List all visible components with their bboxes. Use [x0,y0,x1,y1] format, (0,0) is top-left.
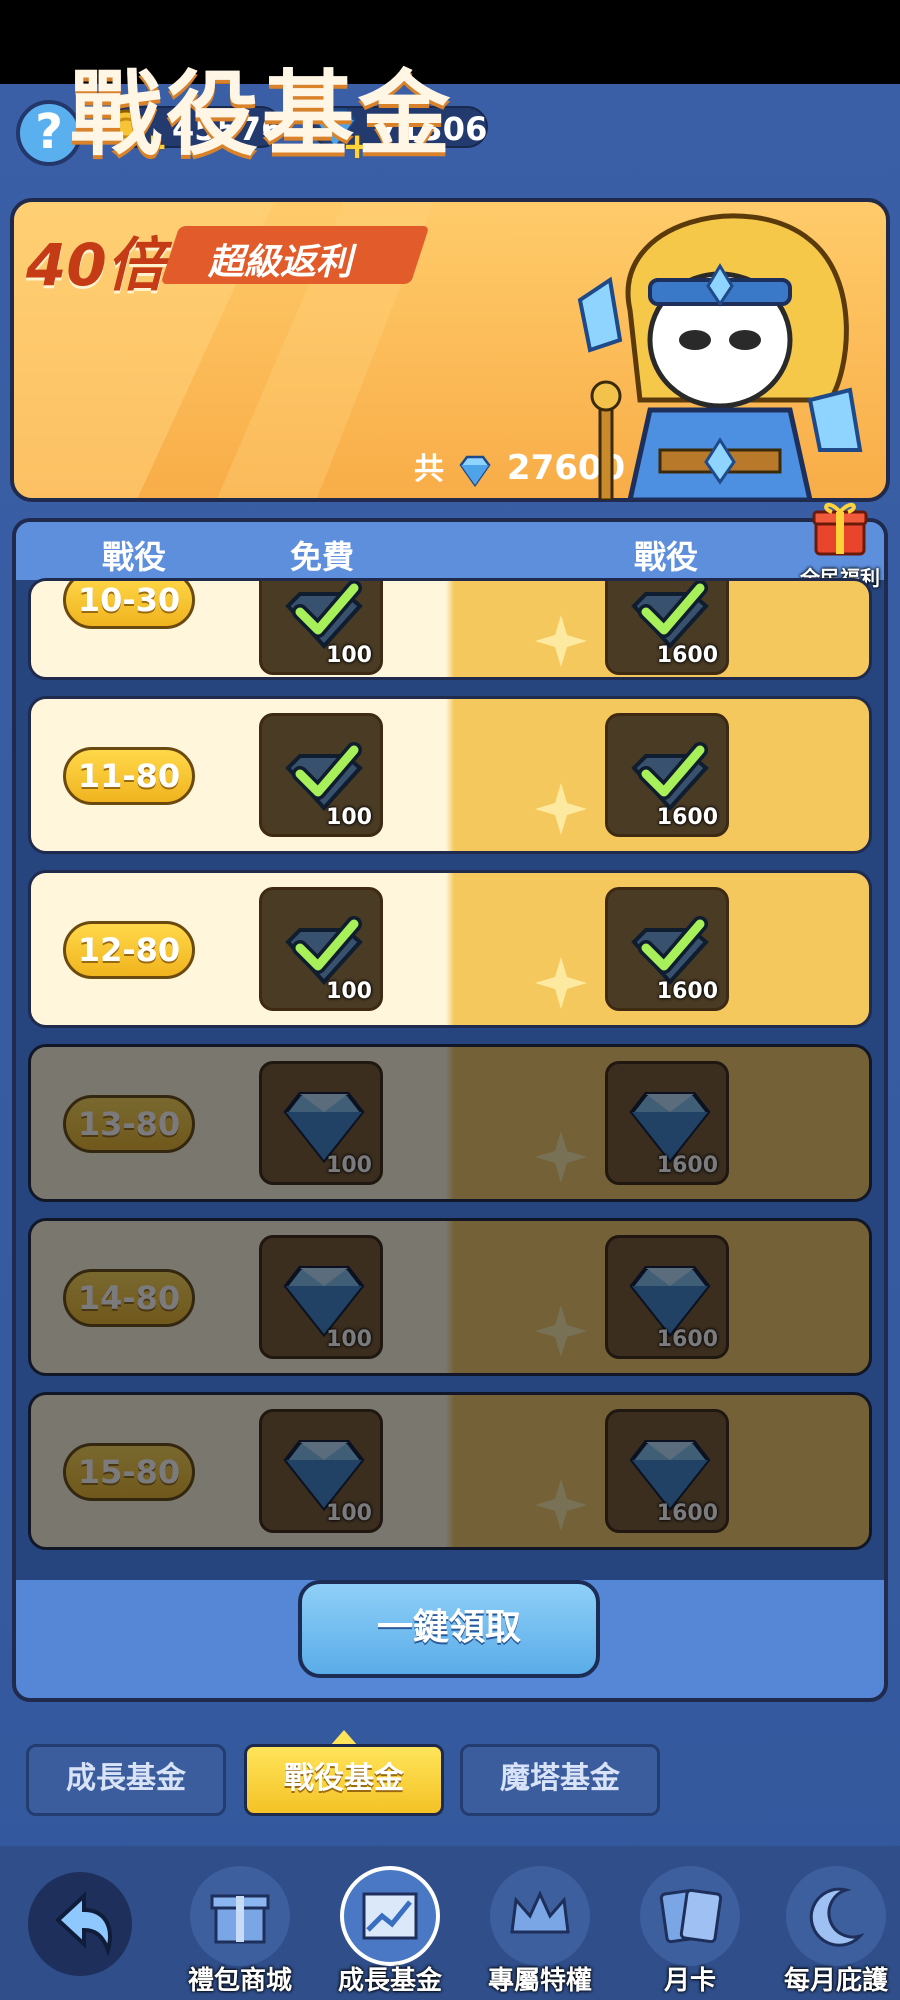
hero-character-illustration [577,213,863,500]
sparkle-icon [535,957,587,1009]
header-free: 免費 [290,538,355,576]
crown-icon [490,1866,590,1966]
nav-label: 成長基金 [337,1966,442,1996]
nav-label: 專屬特權 [487,1966,592,1996]
banner-title: 戰役基金 [70,61,455,168]
claim-all-button[interactable]: 一鍵領取 [298,1580,600,1678]
sparkle-icon [535,615,587,667]
reward-row[interactable]: 13-80 100 1600 [28,1044,872,1202]
sparkle-icon [535,1479,587,1531]
free-reward-amount: 100 [326,805,372,830]
paid-reward-amount: 1600 [656,1501,718,1526]
free-reward-amount: 100 [326,979,372,1004]
paid-reward-slot[interactable]: 1600 [605,713,729,837]
paid-reward-slot[interactable]: 1600 [605,1235,729,1359]
gift-box-icon[interactable] [810,498,870,558]
paid-reward-slot[interactable]: 1600 [605,581,729,675]
free-reward-slot[interactable]: 100 [259,1235,383,1359]
nav-monthly-shelter[interactable]: 每月庇護 [776,1866,896,1996]
sparkle-icon [535,783,587,835]
tab-battle-fund[interactable]: 戰役基金 [244,1744,444,1816]
nav-growth-fund[interactable]: 成長基金 [330,1866,450,1996]
gift-box-icon [190,1866,290,1966]
stage-badge: 14-80 [63,1269,195,1327]
tab-tower-fund[interactable]: 魔塔基金 [460,1744,660,1816]
reward-row[interactable]: 11-80 100 1600 [28,696,872,854]
banner-total-prefix: 共 [414,452,444,487]
tab-growth-fund[interactable]: 成長基金 [26,1744,226,1816]
free-reward-amount: 100 [326,643,372,668]
paid-reward-slot[interactable]: 1600 [605,887,729,1011]
free-reward-slot[interactable]: 100 [259,1409,383,1533]
back-button[interactable] [28,1872,132,1976]
nav-label: 每月庇護 [783,1966,888,1996]
free-reward-amount: 100 [326,1501,372,1526]
paid-reward-amount: 1600 [656,805,718,830]
nav-gift-shop[interactable]: 禮包商城 [180,1866,300,1996]
diamond-icon [283,1266,365,1338]
nav-privileges[interactable]: 專屬特權 [480,1866,600,1996]
paid-reward-amount: 1600 [656,1327,718,1352]
free-reward-amount: 100 [326,1327,372,1352]
paid-reward-amount: 1600 [656,979,718,1004]
diamond-icon [459,455,491,487]
free-reward-slot[interactable]: 100 [259,581,383,675]
moon-icon [786,1866,886,1966]
paid-reward-amount: 1600 [656,643,718,668]
header-stage: 戰役 [102,538,167,576]
stage-badge: 12-80 [63,921,195,979]
diamond-icon [283,1440,365,1512]
stage-badge: 10-30 [63,581,195,629]
sparkle-icon [535,1305,587,1357]
nav-monthly-card[interactable]: 月卡 [630,1866,750,1996]
paid-reward-slot[interactable]: 1600 [605,1061,729,1185]
stage-badge: 15-80 [63,1443,195,1501]
diamond-icon [629,1092,711,1164]
growth-chart-icon [340,1866,440,1966]
free-reward-amount: 100 [326,1153,372,1178]
diamond-icon [629,1266,711,1338]
banner-ribbon-text: 超級返利 [208,242,353,283]
diamond-icon [283,1092,365,1164]
free-reward-slot[interactable]: 100 [259,713,383,837]
free-reward-slot[interactable]: 100 [259,1061,383,1185]
paid-reward-slot[interactable]: 1600 [605,1409,729,1533]
banner-multiplier: 40倍 [26,231,165,299]
sparkle-icon [535,1131,587,1183]
back-arrow-icon [55,1891,112,1957]
reward-row[interactable]: 12-80 100 1600 [28,870,872,1028]
stage-badge: 13-80 [63,1095,195,1153]
reward-row[interactable]: 15-80 100 1600 [28,1392,872,1550]
diamond-icon [629,1440,711,1512]
stage-badge: 11-80 [63,747,195,805]
paid-reward-amount: 1600 [656,1153,718,1178]
free-reward-slot[interactable]: 100 [259,887,383,1011]
card-icon [640,1866,740,1966]
table-header: 戰役 免費 戰役 [16,522,884,580]
nav-label: 禮包商城 [187,1966,292,1996]
header-paid: 戰役 [634,538,699,576]
nav-label: 月卡 [663,1966,716,1996]
reward-row[interactable]: 14-80 100 1600 [28,1218,872,1376]
reward-row[interactable]: 10-30 100 1600 [28,578,872,680]
